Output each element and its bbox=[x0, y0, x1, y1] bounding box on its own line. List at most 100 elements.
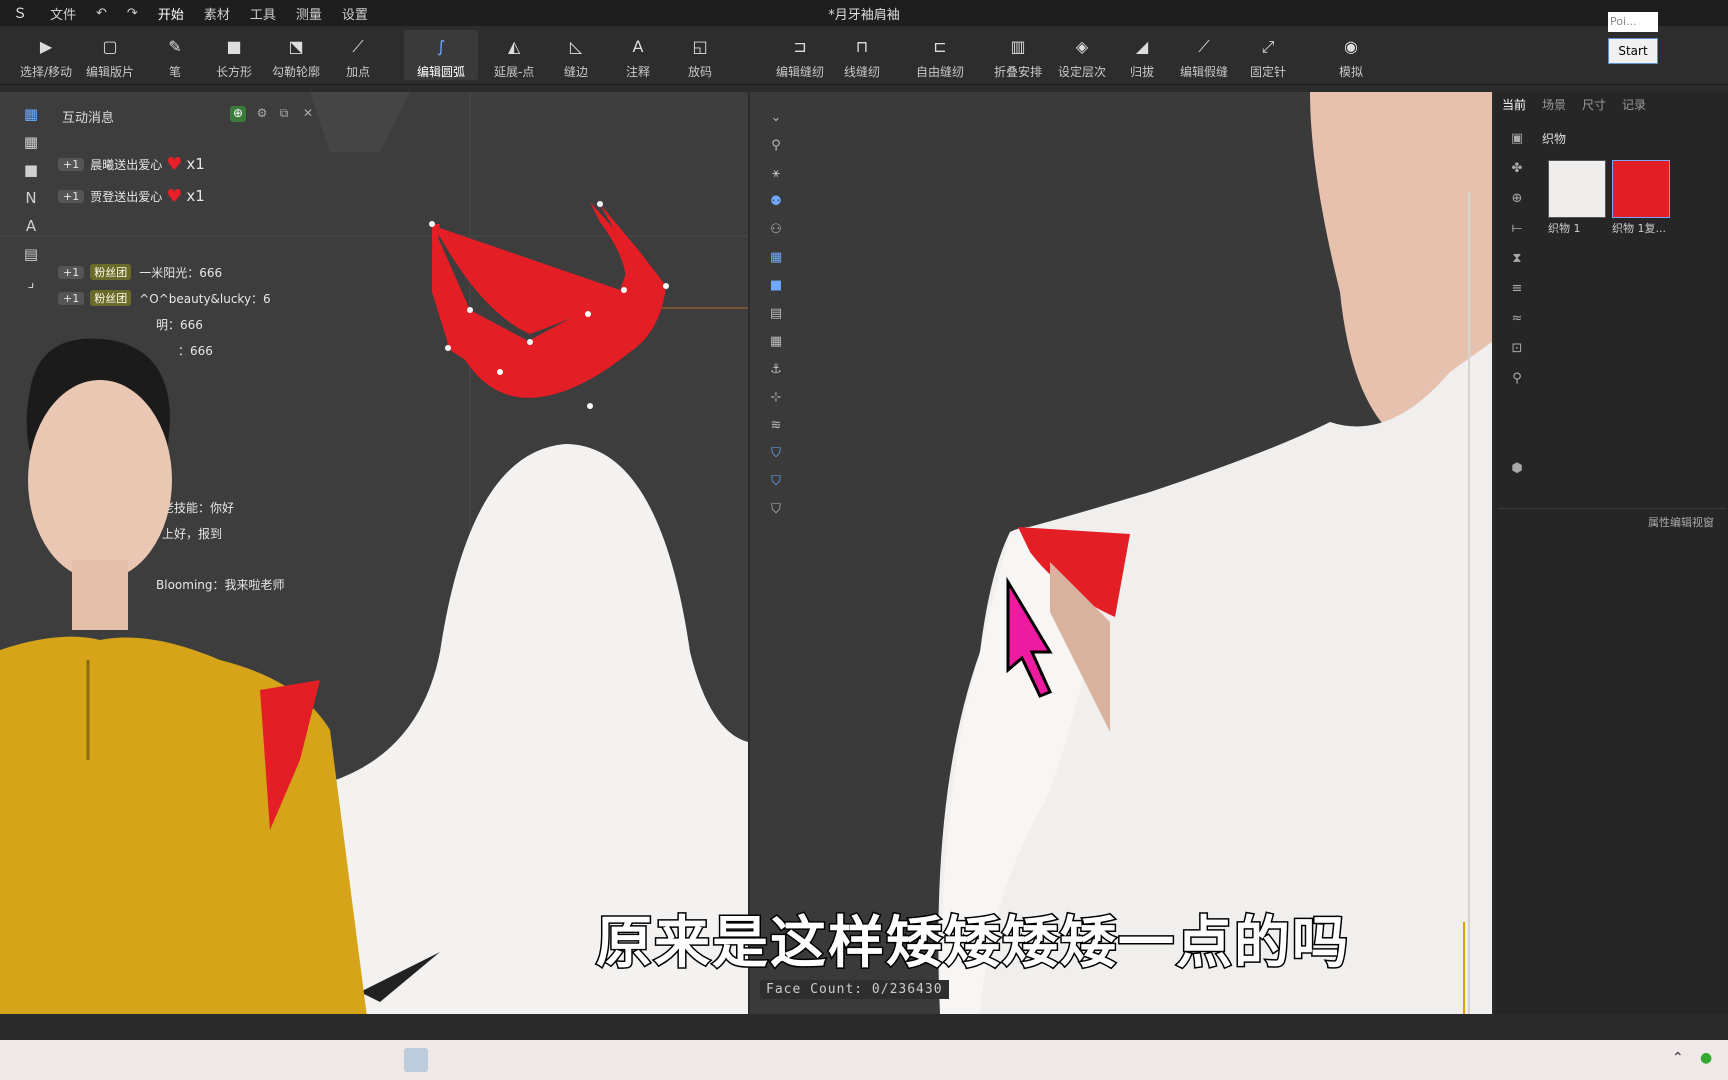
lock-toggle-icon[interactable]: ⊕ bbox=[230, 106, 246, 122]
avatar-list-icon[interactable]: ⚲ bbox=[1502, 364, 1532, 394]
chat-line: +1 粉丝团 ^O^beauty&lucky：6 bbox=[58, 287, 271, 309]
face-count: Face Count: 0/236430 bbox=[760, 980, 949, 999]
tool-layer[interactable]: ◈ 设定层次 bbox=[1058, 30, 1106, 80]
text-icon[interactable]: A bbox=[14, 212, 48, 240]
avatar-measure-icon[interactable]: ⚇ bbox=[756, 216, 796, 244]
tool-add-point[interactable]: ⟋ 加点 bbox=[346, 30, 370, 80]
toolbar: ▶ 选择/移动 ▢ 编辑版片 ✎ 笔 ■ 长方形 ⬔ 勾勒轮廓 ⟋ 加点 ∫ 编辑圆弧 ◭ 延展… bbox=[0, 26, 1728, 85]
object-browser-sidebar: ▣ ✤ ⊕ ⟝ ⧗ ≡ ≈ ⊡ ⚲ ⬢ bbox=[1502, 124, 1532, 484]
buttonhole-icon[interactable]: ⊕ bbox=[1502, 184, 1532, 214]
tool-fold-arrange[interactable]: ▥ 折叠安排 bbox=[994, 30, 1042, 80]
os-taskbar: ⌃ ● bbox=[0, 1040, 1728, 1080]
close-icon[interactable]: ✕ bbox=[300, 106, 316, 122]
cube-icon[interactable]: ⬢ bbox=[1502, 454, 1532, 484]
menu-start[interactable]: 开始 bbox=[148, 4, 194, 23]
notch-icon[interactable]: N bbox=[14, 184, 48, 212]
heart-icon: ♥ bbox=[166, 185, 183, 207]
undo-icon[interactable]: ↶ bbox=[86, 6, 117, 21]
chevron-down-icon[interactable]: ⌄ bbox=[756, 104, 796, 132]
seam-icon[interactable]: ≡ bbox=[1502, 274, 1532, 304]
start-button[interactable]: Start bbox=[1608, 38, 1658, 64]
tray-icon[interactable]: ● bbox=[1700, 1050, 1712, 1066]
panel-divider bbox=[1498, 508, 1726, 509]
seam-allowance-icon: ◺ bbox=[569, 37, 583, 56]
wind-icon[interactable]: ≋ bbox=[756, 412, 796, 440]
shrink-icon: ◢ bbox=[1135, 37, 1149, 56]
redo-icon[interactable]: ↷ bbox=[117, 6, 148, 21]
menu-settings[interactable]: 设置 bbox=[332, 4, 378, 23]
tool-extend-point[interactable]: ◭ 延展-点 bbox=[494, 30, 534, 80]
zipper-icon[interactable]: ⧗ bbox=[1502, 244, 1532, 274]
texture-view-icon[interactable]: ▦ bbox=[756, 244, 796, 272]
fabric-section-title: 织物 bbox=[1542, 132, 1567, 146]
chevron-up-icon[interactable]: ⌃ bbox=[1672, 1050, 1684, 1066]
menu-measure[interactable]: 测量 bbox=[286, 4, 332, 23]
corner-icon[interactable]: ⌟ bbox=[14, 268, 48, 296]
tool-grading[interactable]: ◱ 放码 bbox=[688, 30, 712, 80]
fabric-swatch-2[interactable] bbox=[1612, 160, 1670, 218]
tool-line-sewing[interactable]: ⊓ 线缝纫 bbox=[844, 30, 880, 80]
avatar-icon[interactable]: ⚲ bbox=[756, 132, 796, 160]
button-icon[interactable]: ✤ bbox=[1502, 154, 1532, 184]
app-logo-icon[interactable]: Ｓ bbox=[0, 3, 40, 23]
skeleton-icon[interactable]: ⚹ bbox=[756, 160, 796, 188]
tool-simulate[interactable]: ◉ 模拟 bbox=[1330, 30, 1372, 80]
menu-file[interactable]: 文件 bbox=[40, 4, 86, 23]
fabric-swatch-1-label: 织物 1 bbox=[1548, 222, 1581, 235]
tab-current[interactable]: 当前 bbox=[1502, 96, 1526, 113]
tool-trace[interactable]: ⬔ 勾勒轮廓 bbox=[272, 30, 320, 80]
object-browser-tabs: 当前 场景 尺寸 记录 bbox=[1502, 96, 1662, 113]
tool-pin[interactable]: ⤢ 固定针 bbox=[1250, 30, 1286, 80]
tool-seam-allowance[interactable]: ◺ 缝边 bbox=[564, 30, 588, 80]
tool-free-sewing[interactable]: ⊏ 自由缝纫 bbox=[916, 30, 964, 80]
viewport-3d[interactable] bbox=[750, 92, 1492, 1014]
menu-material[interactable]: 素材 bbox=[194, 4, 240, 23]
tool-rectangle[interactable]: ■ 长方形 bbox=[216, 30, 252, 80]
shirt-outline-icon[interactable]: ⛉ bbox=[756, 468, 796, 496]
tape-icon[interactable]: ⊡ bbox=[1502, 334, 1532, 364]
tool-edit-pattern[interactable]: ▢ 编辑版片 bbox=[86, 30, 134, 80]
anchor-icon[interactable]: ⚓ bbox=[756, 356, 796, 384]
fill-icon[interactable]: ■ bbox=[14, 156, 48, 184]
tab-size[interactable]: 尺寸 bbox=[1582, 96, 1606, 113]
extend-point-icon: ◭ bbox=[508, 37, 521, 56]
mesh-view-icon[interactable]: ▤ bbox=[756, 300, 796, 328]
tab-history[interactable]: 记录 bbox=[1622, 96, 1646, 113]
topstitch-icon[interactable]: ⟝ bbox=[1502, 214, 1532, 244]
fabric-icon[interactable]: ▣ bbox=[1502, 124, 1532, 154]
chat-title: 互动消息 bbox=[62, 111, 115, 126]
axis-icon[interactable]: ⊹ bbox=[756, 384, 796, 412]
app-taskbar-icon[interactable] bbox=[404, 1048, 428, 1072]
tack-icon: ⟋ bbox=[1198, 37, 1210, 56]
fabric-swatch-1[interactable] bbox=[1548, 160, 1606, 218]
chat-line: +1 粉丝团 一米阳光：666 bbox=[58, 261, 222, 283]
tab-scene[interactable]: 场景 bbox=[1542, 96, 1566, 113]
avatar-display-icon[interactable]: ⚉ bbox=[756, 188, 796, 216]
popout-icon[interactable]: ⧉ bbox=[276, 106, 292, 122]
settings-icon[interactable]: ⚙ bbox=[254, 106, 270, 122]
stitch-icon[interactable]: ≈ bbox=[1502, 304, 1532, 334]
tool-edit-arc[interactable]: ∫ 编辑圆弧 bbox=[404, 30, 478, 80]
cursor-icon: ▶ bbox=[39, 37, 53, 56]
annotation-icon: A bbox=[632, 37, 644, 56]
menu-tools[interactable]: 工具 bbox=[240, 4, 286, 23]
poi-input[interactable]: Poi... bbox=[1608, 12, 1658, 32]
heart-icon: ♥ bbox=[166, 153, 183, 175]
surface-view-icon[interactable]: ■ bbox=[756, 272, 796, 300]
tool-pen[interactable]: ✎ 笔 bbox=[164, 30, 186, 80]
tshirt-icon[interactable]: ⛉ bbox=[756, 496, 796, 524]
edit-arc-icon: ∫ bbox=[436, 37, 446, 56]
texture-icon[interactable]: ▦ bbox=[14, 100, 48, 128]
garment-3d-canvas[interactable] bbox=[750, 92, 1492, 1014]
shirt-icon[interactable]: ⛉ bbox=[756, 440, 796, 468]
tool-select[interactable]: ▶ 选择/移动 bbox=[20, 30, 72, 80]
tool-edit-sewing[interactable]: ⊐ 编辑缝纫 bbox=[776, 30, 824, 80]
grid-view-icon[interactable]: ▦ bbox=[756, 328, 796, 356]
layers-icon[interactable]: ▤ bbox=[14, 240, 48, 268]
tool-tack[interactable]: ⟋ 编辑假缝 bbox=[1180, 30, 1228, 80]
menu-bar: Ｓ 文件 ↶ ↷ 开始 素材 工具 测量 设置 *月牙袖肩袖 bbox=[0, 0, 1728, 26]
trace-icon: ⬔ bbox=[288, 37, 304, 56]
tool-shrink[interactable]: ◢ 归拔 bbox=[1130, 30, 1154, 80]
grid-icon[interactable]: ▦ bbox=[14, 128, 48, 156]
tool-annotation[interactable]: A 注释 bbox=[626, 30, 650, 80]
